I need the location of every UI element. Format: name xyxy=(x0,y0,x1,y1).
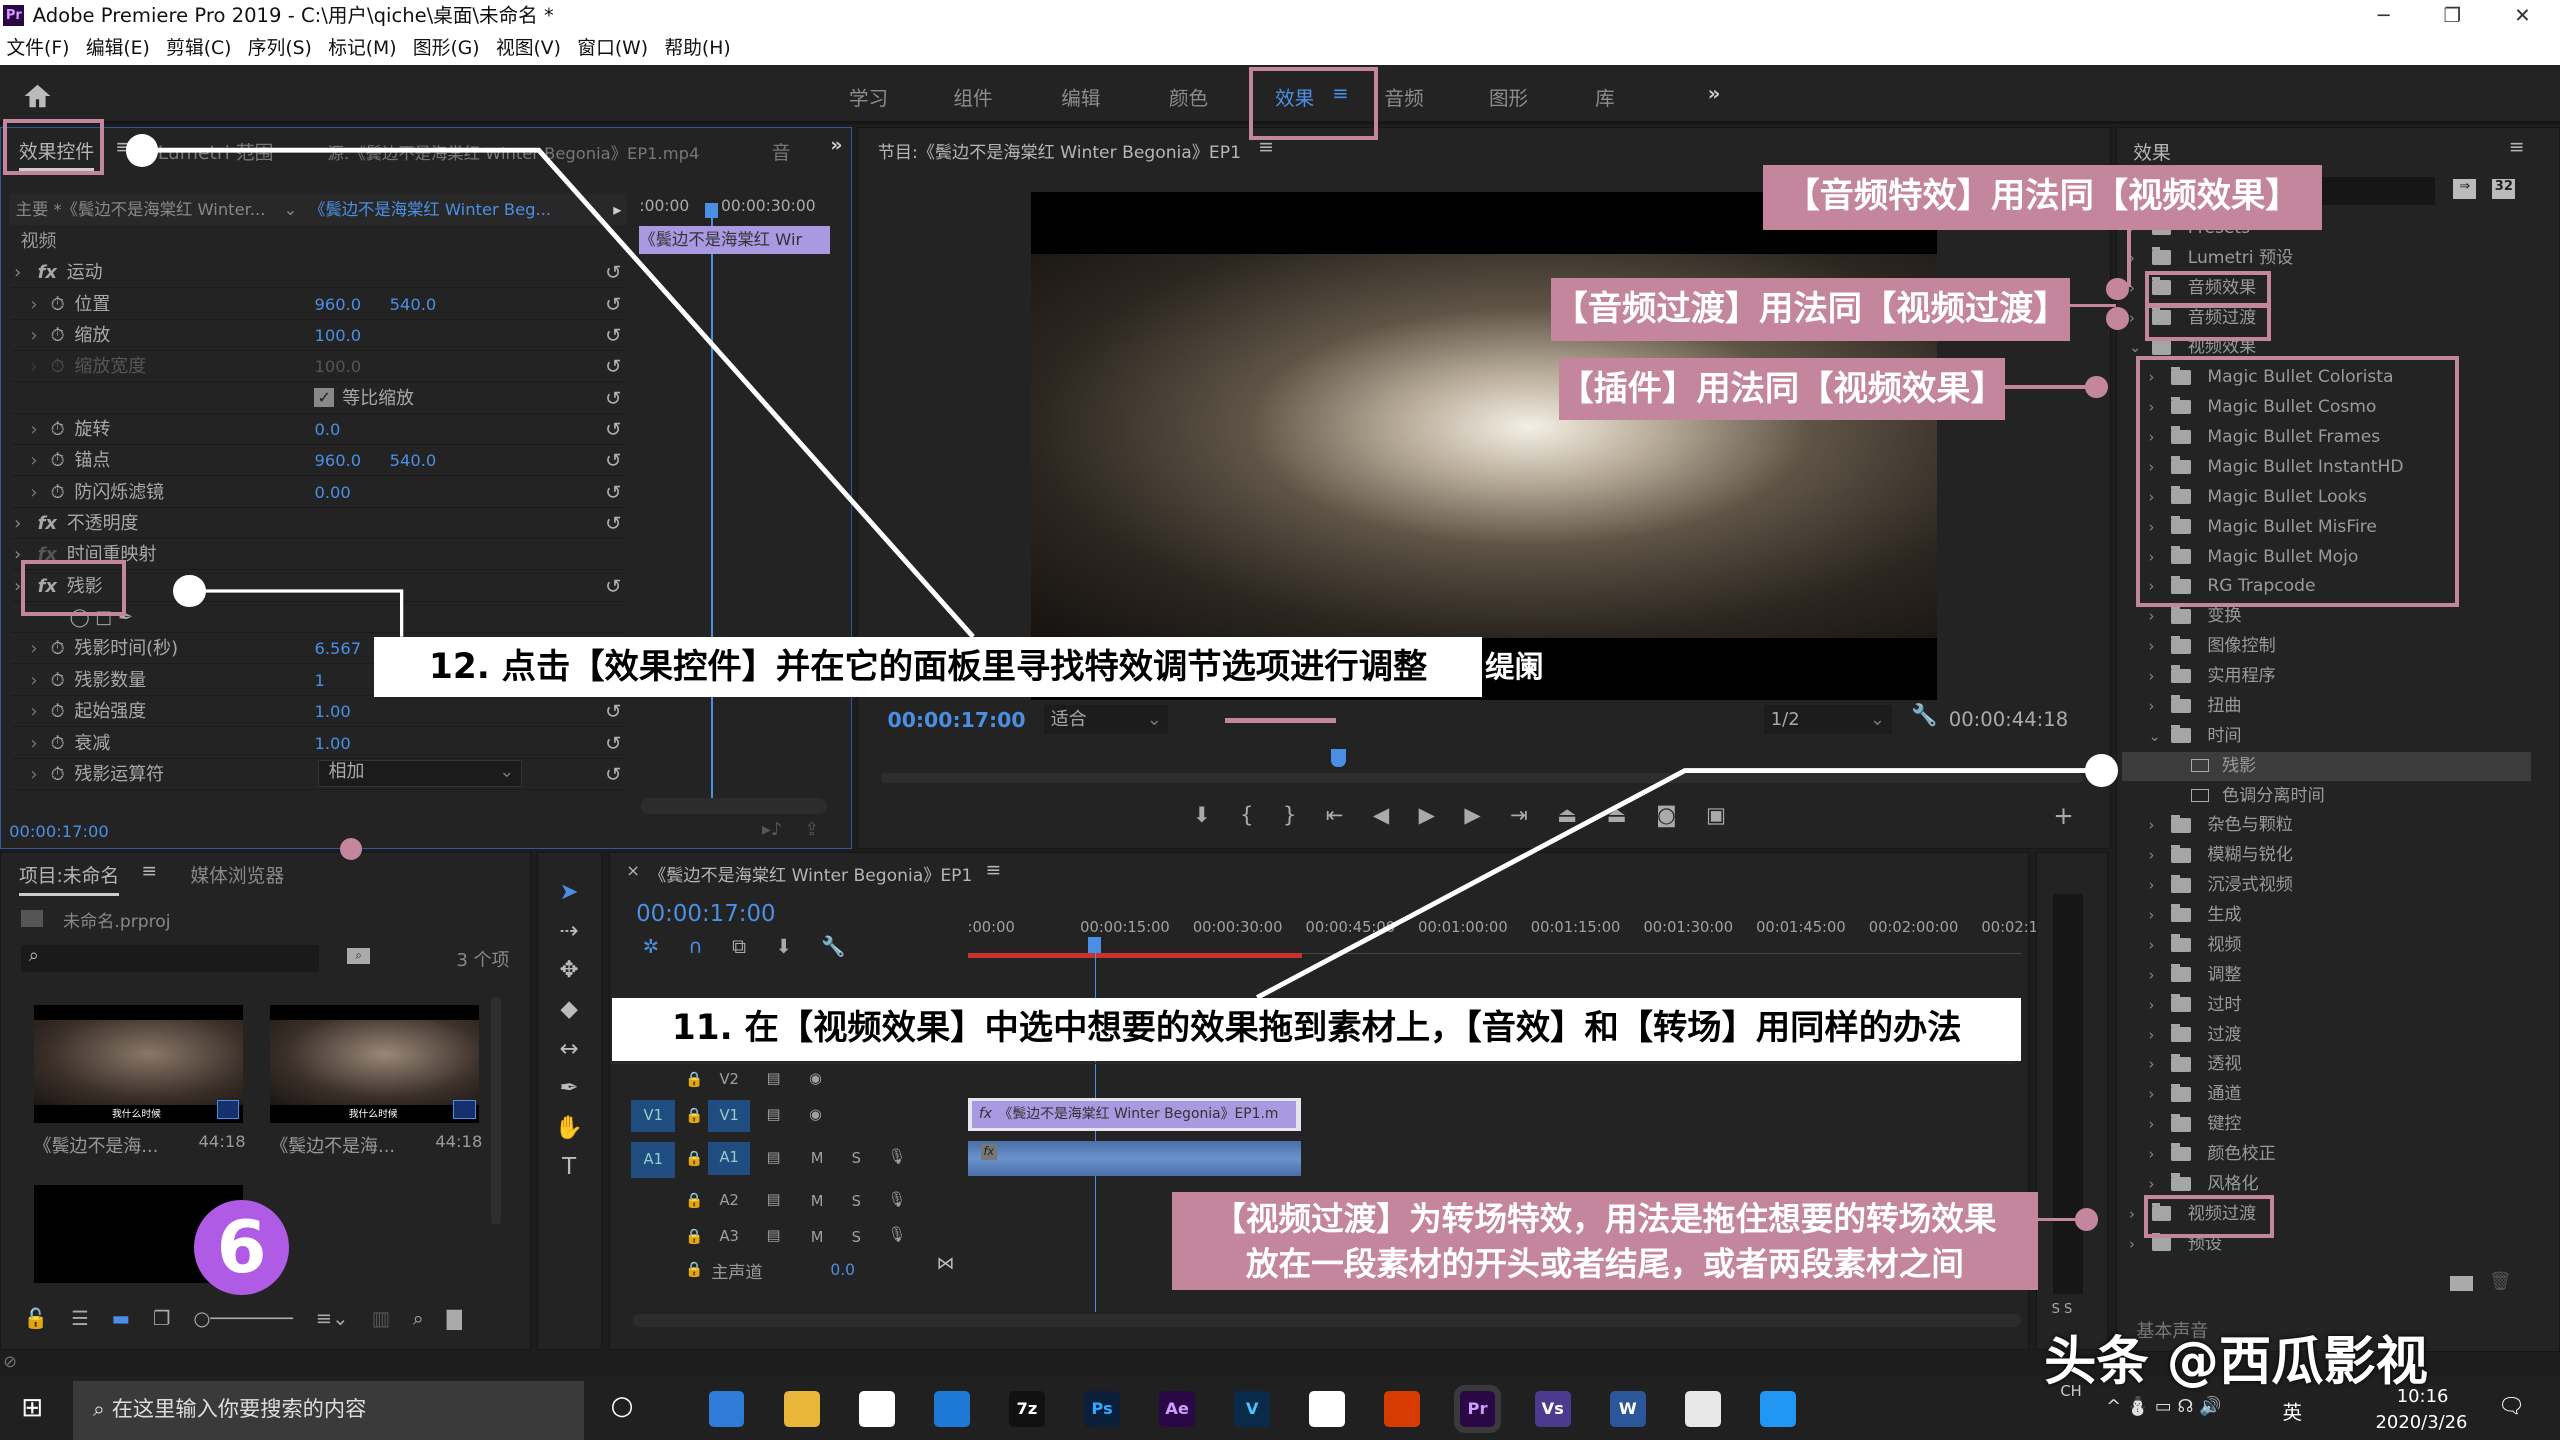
annotation-dot xyxy=(173,575,206,608)
annotation-lines xyxy=(0,0,2560,1440)
annotation-dot xyxy=(2085,754,2118,787)
annotation-dot xyxy=(126,134,159,167)
watermark: 头条 @西瓜影视 xyxy=(2044,1319,2428,1395)
annotation-step-11: 11. 在【视频效果】中选中想要的效果拖到素材上，【音效】和【转场】用同样的办法 xyxy=(612,998,2021,1062)
annotation-step-12: 12. 点击【效果控件】并在它的面板里寻找特效调节选项进行调整 xyxy=(374,637,1483,697)
step-badge: 6 xyxy=(194,1200,289,1295)
app-window: Pr Adobe Premiere Pro 2019 - C:\用户\qiche… xyxy=(0,0,2560,1440)
